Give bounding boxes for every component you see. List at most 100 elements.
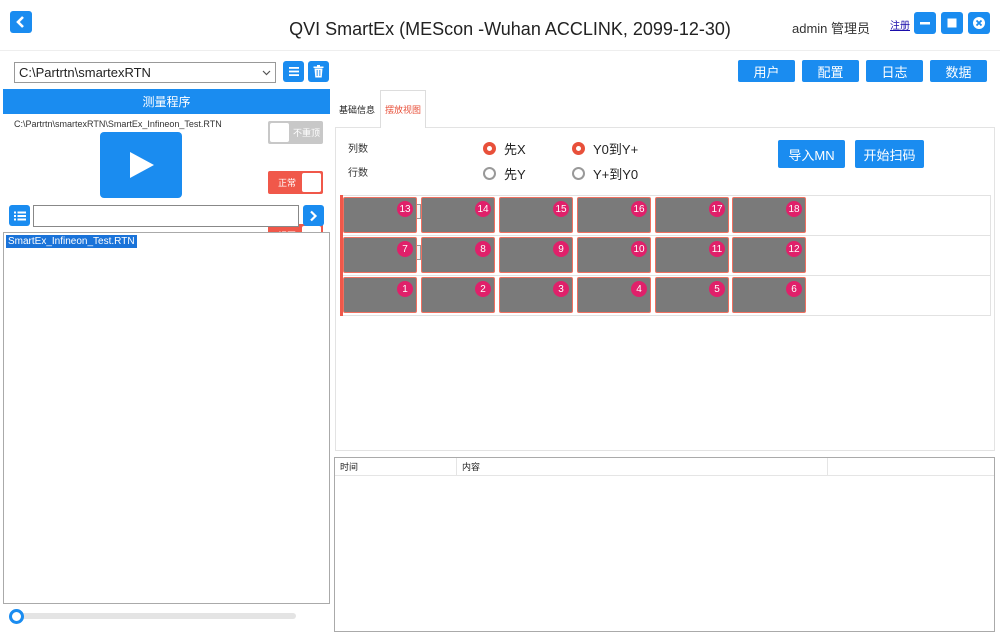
radio-y-to-y0[interactable]: Y+到Y0: [572, 164, 638, 183]
repeat-toggle[interactable]: 不重顶: [268, 121, 323, 144]
program-path-select[interactable]: C:\Partrtn\smartexRTN: [14, 62, 276, 83]
filter-go-button[interactable]: [303, 205, 324, 226]
grid-cell[interactable]: 7: [343, 237, 417, 273]
minimize-button[interactable]: [914, 12, 936, 34]
grid-cell[interactable]: 1: [343, 277, 417, 313]
grid-cell[interactable]: 2: [421, 277, 495, 313]
data-button[interactable]: 数据: [930, 60, 987, 82]
toggle-knob: [302, 173, 321, 192]
log-column-content: 内容: [457, 458, 828, 476]
grid-cell[interactable]: 6: [732, 277, 806, 313]
program-path-select-value: C:\Partrtn\smartexRTN: [19, 65, 151, 80]
maximize-icon: [947, 18, 957, 28]
import-mn-button[interactable]: 导入MN: [778, 140, 845, 168]
grid-cell-number-badge: 6: [786, 281, 802, 297]
start-scan-button[interactable]: 开始扫码: [855, 140, 924, 168]
delete-button[interactable]: [308, 61, 329, 82]
run-program-button[interactable]: [100, 132, 182, 198]
list-item[interactable]: SmartEx_Infineon_Test.RTN: [6, 235, 137, 248]
program-file-list[interactable]: SmartEx_Infineon_Test.RTN: [3, 232, 330, 604]
log-table[interactable]: 时间 内容: [334, 457, 995, 632]
grid-cell-number-badge: 4: [631, 281, 647, 297]
columns-label: 列数: [348, 144, 368, 155]
grid-row-divider: [340, 235, 991, 236]
close-button[interactable]: [968, 12, 990, 34]
progress-slider-thumb[interactable]: [9, 609, 24, 624]
radio-y-first[interactable]: 先Y: [483, 164, 526, 183]
maximize-button[interactable]: [941, 12, 963, 34]
config-button[interactable]: 配置: [802, 60, 859, 82]
radio-unchecked-icon: [483, 167, 496, 180]
grid-cell[interactable]: 16: [577, 197, 651, 233]
radio-y0-to-y[interactable]: Y0到Y+: [572, 139, 638, 158]
list-view-button[interactable]: [9, 205, 30, 226]
grid-cell-number-badge: 12: [786, 241, 802, 257]
grid-cell[interactable]: 17: [655, 197, 729, 233]
grid-cell-number-badge: 16: [631, 201, 647, 217]
normal-toggle-label: 正常: [278, 178, 297, 188]
back-button[interactable]: [10, 11, 32, 33]
minimize-icon: [920, 22, 930, 25]
grid-cell-number-badge: 5: [709, 281, 725, 297]
grid-cell[interactable]: 10: [577, 237, 651, 273]
radio-checked-icon: [572, 142, 585, 155]
grid-cell[interactable]: 15: [499, 197, 573, 233]
grid-cell[interactable]: 8: [421, 237, 495, 273]
grid-cell[interactable]: 13: [343, 197, 417, 233]
grid-cell-number-badge: 15: [553, 201, 569, 217]
header-divider: [0, 50, 1000, 51]
grid-cell[interactable]: 18: [732, 197, 806, 233]
radio-checked-icon: [483, 142, 496, 155]
radio-y-first-label: 先Y: [504, 167, 526, 182]
grid-cell-number-badge: 3: [553, 281, 569, 297]
grid-cell-number-badge: 1: [397, 281, 413, 297]
log-button[interactable]: 日志: [866, 60, 923, 82]
log-column-time: 时间: [335, 458, 457, 476]
grid-cell-number-badge: 13: [397, 201, 413, 217]
grid-cell-number-badge: 18: [786, 201, 802, 217]
grid-cell-number-badge: 17: [709, 201, 725, 217]
grid-row-divider: [340, 275, 991, 276]
trash-icon: [313, 65, 324, 78]
grid-cell-number-badge: 10: [631, 241, 647, 257]
menu-icon: [288, 67, 299, 76]
user-button[interactable]: 用户: [738, 60, 795, 82]
program-list-button[interactable]: [283, 61, 304, 82]
close-icon: [973, 17, 985, 29]
radio-x-first[interactable]: 先X: [483, 139, 526, 158]
grid-cell[interactable]: 3: [499, 277, 573, 313]
play-icon: [130, 152, 154, 178]
program-file-path: C:\Partrtn\smartexRTN\SmartEx_Infineon_T…: [14, 119, 222, 129]
progress-slider-track[interactable]: [20, 613, 296, 619]
tab-layout-view[interactable]: 摆放视图: [380, 90, 426, 128]
radio-y-to-y0-label: Y+到Y0: [593, 167, 639, 182]
normal-toggle[interactable]: 正常: [268, 171, 323, 194]
grid-cell[interactable]: 12: [732, 237, 806, 273]
grid-cell-number-badge: 8: [475, 241, 491, 257]
grid-cell-number-badge: 14: [475, 201, 491, 217]
chevron-down-icon: [262, 70, 271, 75]
radio-y0-to-y-label: Y0到Y+: [593, 142, 639, 157]
current-user: admin 管理员: [792, 21, 871, 36]
grid-cell[interactable]: 9: [499, 237, 573, 273]
file-filter-input[interactable]: [33, 205, 299, 227]
grid-cell[interactable]: 11: [655, 237, 729, 273]
grid-cell[interactable]: 4: [577, 277, 651, 313]
grid-cell-number-badge: 9: [553, 241, 569, 257]
repeat-toggle-label: 不重顶: [292, 128, 320, 138]
rows-label: 行数: [348, 168, 368, 179]
toggle-knob: [270, 123, 289, 142]
list-icon: [13, 211, 26, 220]
grid-cell-number-badge: 7: [397, 241, 413, 257]
radio-x-first-label: 先X: [504, 142, 526, 157]
grid-cell[interactable]: 5: [655, 277, 729, 313]
chevron-right-icon: [310, 210, 318, 221]
radio-unchecked-icon: [572, 167, 585, 180]
log-table-header: 时间 内容: [335, 458, 994, 476]
logout-link[interactable]: 注册: [890, 17, 910, 32]
grid-cell-number-badge: 2: [475, 281, 491, 297]
measure-program-header: 测量程序: [3, 89, 330, 114]
chevron-left-icon: [16, 16, 24, 28]
grid-cell[interactable]: 14: [421, 197, 495, 233]
tab-basic-info[interactable]: 基础信息: [334, 90, 380, 128]
